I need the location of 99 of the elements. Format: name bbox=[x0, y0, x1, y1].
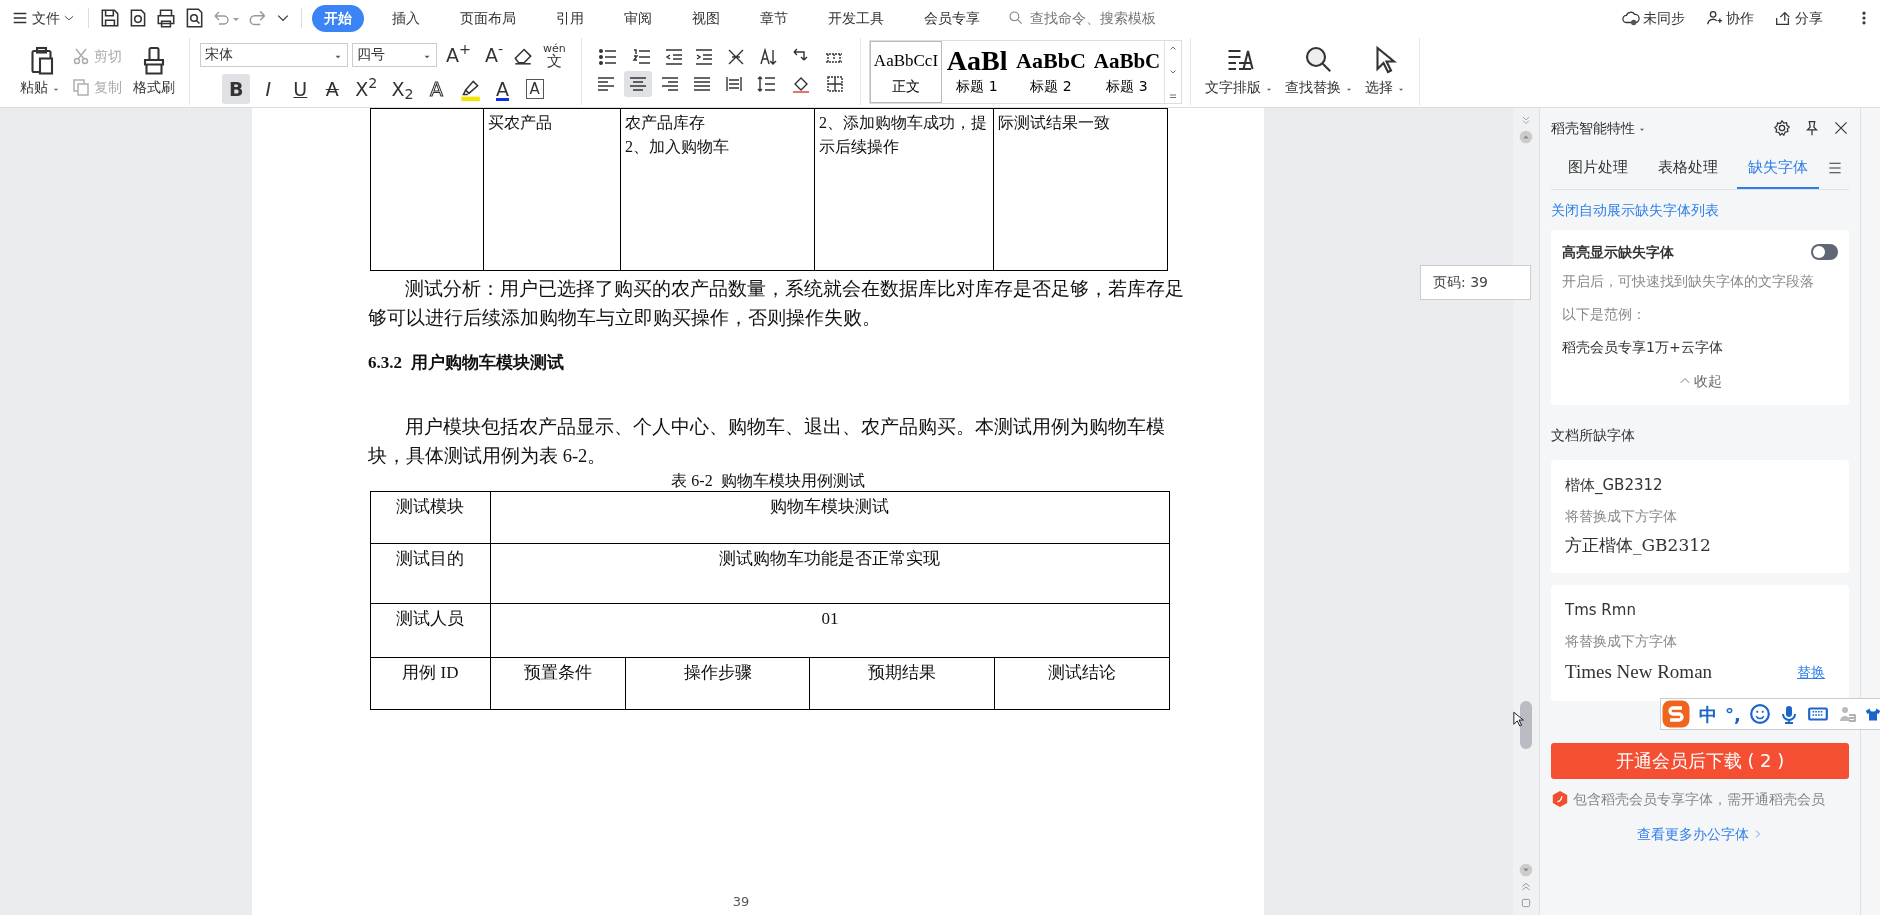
table-cell: 测试模块 bbox=[370, 491, 491, 543]
page-indicator: 页码: 39 bbox=[1420, 265, 1531, 300]
menu-tab[interactable]: 审阅 bbox=[612, 4, 664, 32]
scissors-icon bbox=[71, 46, 91, 66]
emoji-icon[interactable] bbox=[1748, 703, 1771, 725]
missing-font-name: 楷体_GB2312 bbox=[1565, 474, 1664, 496]
shrink-font-button[interactable]: A$^{-}$ bbox=[479, 39, 509, 70]
menu-tab[interactable]: 会员专享 bbox=[912, 4, 992, 32]
format-painter-button[interactable]: 格式刷 bbox=[129, 43, 179, 100]
add-person-icon bbox=[1705, 9, 1723, 27]
settings-icon[interactable] bbox=[1773, 119, 1791, 137]
phonetic-guide-button[interactable]: wén 文 bbox=[538, 42, 571, 67]
paragraph: 用户模块包括农产品显示、个人中心、购物车、退出、农产品购买。本测试用例为购物车模块，具体测试用例为表 6-2。 bbox=[368, 415, 1166, 468]
file-menu[interactable]: 文件 bbox=[8, 6, 78, 30]
menu-tab[interactable]: 章节 bbox=[748, 4, 800, 32]
card-text: 以下是范例： bbox=[1562, 304, 1647, 324]
menu-tab[interactable]: 开发工具 bbox=[816, 4, 896, 32]
toggle-switch[interactable] bbox=[1811, 244, 1838, 260]
cloud-icon bbox=[1622, 9, 1640, 27]
search-field[interactable]: 查找命令、搜索模板 bbox=[1028, 6, 1208, 30]
panel-tab[interactable]: 缺失字体 bbox=[1737, 148, 1819, 189]
page-number: 39 bbox=[731, 892, 751, 911]
menu-tab[interactable]: 引用 bbox=[544, 4, 596, 32]
table-cell: 买农产品 bbox=[483, 108, 621, 271]
menu-tab[interactable]: 插入 bbox=[380, 4, 432, 32]
member-badge-icon bbox=[1551, 790, 1569, 808]
input-mode-toggle[interactable]: °, bbox=[1725, 700, 1741, 728]
format-button[interactable]: X$_{2}$ bbox=[386, 73, 419, 104]
toolbar-action[interactable]: 协作 bbox=[1702, 6, 1757, 30]
table-cell: 操作步骤 bbox=[625, 657, 810, 709]
card-text: 将替换成下方字体 bbox=[1565, 507, 1678, 526]
section-title: 文档所缺字体 bbox=[1551, 425, 1636, 445]
table-cell: 农产品库存 2、加入购物车 bbox=[620, 108, 815, 271]
style-preset[interactable]: AaBbC 标题 2 bbox=[1012, 40, 1090, 103]
style-preset[interactable]: AaBbC 标题 3 bbox=[1089, 40, 1165, 103]
format-button[interactable]: U bbox=[286, 73, 315, 104]
replace-link[interactable]: 替换 bbox=[1797, 661, 1825, 683]
card-text: 将替换成下方字体 bbox=[1565, 632, 1678, 651]
grow-font-button[interactable]: A$^{+}$ bbox=[441, 39, 476, 70]
table-cell: 测试人员 bbox=[370, 603, 491, 657]
table-caption: 表 6-2 购物车模块用例测试 bbox=[670, 470, 866, 491]
table-cell: 2、添加购物车成功，提示后续操作 bbox=[814, 108, 994, 271]
paragraph: 测试分析：用户已选择了购买的农产品数量，系统就会在数据库比对库存是否足够，若库存足够可以进行后续添加购物车与立即购买操作，否则操作失败。 bbox=[368, 278, 1185, 330]
card-text: 开启后，可快速找到缺失字体的文字段落 bbox=[1562, 271, 1815, 291]
more-fonts-link[interactable]: 查看更多办公字体 bbox=[1637, 823, 1749, 845]
ribbon-tool-button[interactable]: 选择 bbox=[1361, 43, 1410, 100]
collapse-button[interactable]: 收起 bbox=[1675, 369, 1725, 393]
format-button[interactable]: A bbox=[520, 73, 549, 104]
menu-tab[interactable]: 开始 bbox=[312, 4, 364, 32]
paste-button[interactable]: 粘贴 bbox=[16, 43, 64, 100]
ribbon-tool-button[interactable]: 文字排版 bbox=[1201, 43, 1278, 100]
menu-tab[interactable]: 视图 bbox=[680, 4, 732, 32]
save-icon[interactable] bbox=[99, 7, 121, 29]
table-cell: 测试结论 bbox=[994, 657, 1170, 709]
table-cell: 购物车模块测试 bbox=[490, 491, 1170, 543]
style-preset[interactable]: AaBl 标题 1 bbox=[942, 40, 1013, 103]
font-size-field[interactable]: 四号 bbox=[352, 42, 437, 67]
card-text: 稻壳会员专享1万+云字体 bbox=[1562, 337, 1724, 357]
scroll-up-button-icon[interactable] bbox=[1519, 130, 1533, 144]
panel-title-menu[interactable]: 稻壳智能特性 bbox=[1551, 117, 1646, 139]
table-cell: 预置条件 bbox=[490, 657, 626, 709]
format-button[interactable]: X$^{2}$ bbox=[350, 73, 383, 104]
section-heading: 6.3.2 用户购物车模块测试 bbox=[368, 352, 565, 374]
input-method-logo-icon[interactable] bbox=[1661, 699, 1691, 729]
table-cell: 测试购物车功能是否正常实现 bbox=[490, 543, 1170, 603]
table-cell: 预期结果 bbox=[809, 657, 995, 709]
share-icon bbox=[1774, 9, 1792, 27]
format-button[interactable]: B bbox=[222, 73, 251, 104]
format-button[interactable]: I bbox=[254, 73, 283, 104]
text-link[interactable]: 关闭自动展示缺失字体列表 bbox=[1551, 199, 1849, 221]
scroll-down-button-icon[interactable] bbox=[1519, 863, 1533, 877]
mouse-cursor-icon bbox=[1513, 711, 1525, 729]
print-icon[interactable] bbox=[155, 7, 177, 29]
table-cell: 用例 ID bbox=[370, 657, 491, 709]
missing-font-name: Tms Rmn bbox=[1565, 599, 1637, 621]
format-button[interactable]: A bbox=[318, 73, 347, 104]
download-button[interactable]: 开通会员后下载 ( 2 ) bbox=[1551, 742, 1849, 779]
toolbar-action[interactable]: 未同步 bbox=[1619, 6, 1688, 30]
card-title: 高亮显示缺失字体 bbox=[1562, 242, 1674, 262]
close-icon[interactable] bbox=[1833, 120, 1849, 136]
menu-tab[interactable]: 页面布局 bbox=[448, 4, 528, 32]
panel-tab[interactable]: 图片处理 bbox=[1557, 148, 1639, 189]
search-icon bbox=[1008, 10, 1024, 26]
scrollbar-thumb[interactable] bbox=[1520, 701, 1532, 749]
notice-text: 包含稻壳会员专享字体，需开通稻壳会员 bbox=[1573, 789, 1825, 809]
panel-tab[interactable]: 表格处理 bbox=[1647, 148, 1729, 189]
alignment-button[interactable] bbox=[623, 70, 652, 97]
replacement-font-name: 方正楷体_GB2312 bbox=[1565, 534, 1711, 557]
ribbon-tool-button[interactable]: 查找替换 bbox=[1281, 43, 1358, 100]
replacement-font-name: Times New Roman bbox=[1565, 660, 1713, 684]
input-mode-toggle[interactable]: 中 bbox=[1699, 700, 1717, 728]
font-name-field[interactable]: 宋体 bbox=[200, 42, 348, 67]
toolbar-action[interactable]: 分享 bbox=[1771, 6, 1826, 30]
table-cell: 01 bbox=[490, 603, 1170, 657]
copy-icon bbox=[71, 77, 91, 97]
table-cell: 测试目的 bbox=[370, 543, 491, 603]
style-preset[interactable]: AaBbCcI 正文 bbox=[869, 40, 943, 103]
table-cell: 际测试结果一致 bbox=[993, 108, 1168, 271]
format-button[interactable]: A bbox=[488, 73, 517, 104]
